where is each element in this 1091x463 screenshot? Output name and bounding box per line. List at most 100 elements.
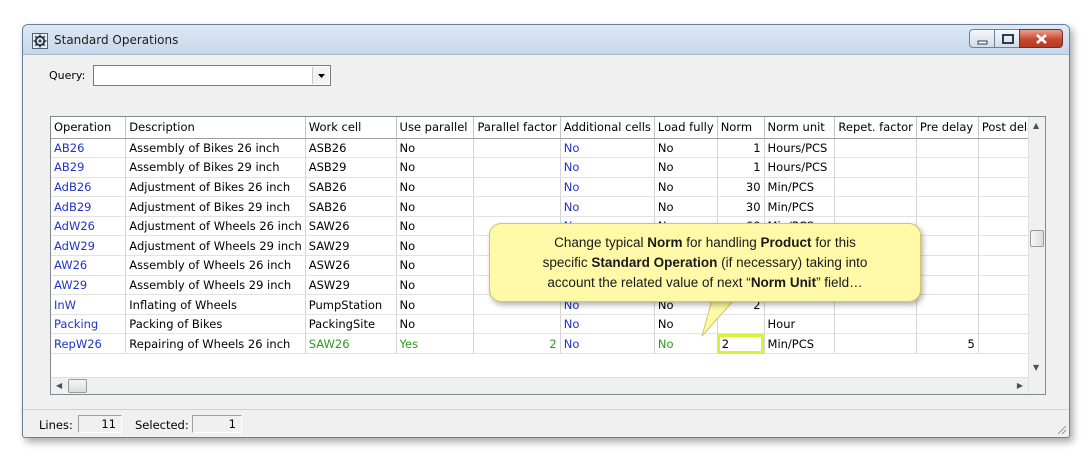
cell-use-parallel[interactable]: No	[396, 196, 475, 217]
cell-norm-unit[interactable]: Min/PCS	[764, 196, 836, 217]
cell-norm-unit[interactable]: Hour	[764, 314, 836, 335]
cell-pre-delay[interactable]	[916, 314, 979, 335]
cell-description[interactable]: Repairing of Wheels 26 inch	[125, 333, 306, 355]
cell-repet-factor[interactable]	[834, 196, 917, 217]
cell-description[interactable]: Assembly of Bikes 26 inch	[125, 138, 306, 159]
vertical-scrollbar[interactable]: ▲ ▼	[1028, 117, 1045, 394]
table-row[interactable]: AdB29 Adjustment of Bikes 29 inch SAB26 No N…	[51, 196, 1046, 217]
col-parallel-factor[interactable]: Parallel factor	[473, 117, 561, 139]
cell-description[interactable]: Adjustment of Bikes 29 inch	[125, 196, 306, 217]
cell-load-fully[interactable]: No	[654, 196, 718, 217]
col-use-parallel[interactable]: Use parallel	[396, 117, 475, 139]
cell-use-parallel[interactable]: No	[396, 314, 475, 335]
table-row[interactable]: RepW26 Repairing of Wheels 26 inch SAW26 Ye…	[51, 333, 1046, 355]
dropdown-button[interactable]	[312, 67, 329, 84]
table-row[interactable]: AB26 Assembly of Bikes 26 inch ASB26 No No No…	[51, 138, 1046, 159]
scroll-up-icon[interactable]: ▲	[1033, 121, 1039, 130]
cell-description[interactable]: Assembly of Wheels 26 inch	[125, 255, 306, 276]
cell-load-fully[interactable]: No	[654, 138, 718, 159]
cell-additional-cells[interactable]: No	[560, 196, 655, 217]
cell-description[interactable]: Adjustment of Wheels 29 inch	[125, 235, 306, 257]
cell-repet-factor[interactable]	[834, 138, 917, 159]
cell-work-cell[interactable]: SAB26	[305, 196, 397, 217]
cell-operation[interactable]: AW29	[51, 275, 127, 296]
cell-load-fully[interactable]: No	[654, 177, 718, 198]
cell-operation[interactable]: AdB29	[51, 196, 127, 217]
cell-description[interactable]: Packing of Bikes	[125, 314, 306, 335]
col-pre-delay[interactable]: Pre delay	[916, 117, 979, 139]
cell-operation[interactable]: AdB26	[51, 177, 127, 198]
cell-parallel-factor[interactable]	[473, 177, 561, 198]
cell-use-parallel[interactable]: No	[396, 255, 475, 276]
cell-parallel-factor[interactable]	[473, 157, 561, 178]
col-load-fully[interactable]: Load fully	[654, 117, 718, 139]
maximize-button[interactable]	[994, 29, 1020, 48]
cell-work-cell[interactable]: PumpStation	[305, 294, 397, 315]
cell-use-parallel[interactable]: Yes	[396, 333, 475, 355]
cell-work-cell[interactable]: ASW26	[305, 255, 397, 276]
title-bar[interactable]: Standard Operations	[23, 25, 1069, 55]
col-work-cell[interactable]: Work cell	[305, 117, 397, 139]
col-operation[interactable]: Operation	[51, 117, 127, 139]
cell-work-cell[interactable]: PackingSite	[305, 314, 397, 335]
cell-pre-delay[interactable]	[916, 196, 979, 217]
cell-parallel-factor[interactable]	[473, 138, 561, 159]
cell-load-fully[interactable]: No	[654, 157, 718, 178]
cell-description[interactable]: Adjustment of Wheels 26 inch	[125, 216, 306, 237]
cell-operation[interactable]: Packing	[51, 314, 127, 335]
cell-use-parallel[interactable]: No	[396, 275, 475, 296]
cell-pre-delay[interactable]	[916, 138, 979, 159]
cell-description[interactable]: Assembly of Bikes 29 inch	[125, 157, 306, 178]
cell-additional-cells[interactable]: No	[560, 314, 655, 335]
scroll-down-icon[interactable]: ▼	[1033, 363, 1039, 372]
cell-pre-delay[interactable]	[916, 275, 979, 296]
cell-norm[interactable]: 1	[717, 157, 765, 178]
cell-use-parallel[interactable]: No	[396, 138, 475, 159]
cell-operation[interactable]: AB26	[51, 138, 127, 159]
cell-additional-cells[interactable]: No	[560, 157, 655, 178]
cell-description[interactable]: Adjustment of Bikes 26 inch	[125, 177, 306, 198]
cell-repet-factor[interactable]	[834, 177, 917, 198]
col-repet-factor[interactable]: Repet. factor	[834, 117, 917, 139]
table-row[interactable]: Packing Packing of Bikes PackingSite No No No…	[51, 314, 1046, 335]
horizontal-scroll-thumb[interactable]	[68, 379, 87, 393]
cell-operation[interactable]: InW	[51, 294, 127, 315]
cell-operation[interactable]: AdW29	[51, 235, 127, 257]
cell-work-cell[interactable]: SAW26	[305, 216, 397, 237]
minimize-button[interactable]	[969, 29, 995, 48]
cell-additional-cells[interactable]: No	[560, 177, 655, 198]
cell-parallel-factor[interactable]	[473, 196, 561, 217]
col-norm[interactable]: Norm	[717, 117, 765, 139]
cell-use-parallel[interactable]: No	[396, 294, 475, 315]
cell-repet-factor[interactable]	[834, 157, 917, 178]
cell-norm-unit[interactable]: Min/PCS	[764, 177, 836, 198]
cell-work-cell[interactable]: SAB26	[305, 177, 397, 198]
table-row[interactable]: AB29 Assembly of Bikes 29 inch ASB29 No No No…	[51, 157, 1046, 178]
cell-operation[interactable]: AW26	[51, 255, 127, 276]
cell-pre-delay[interactable]	[916, 177, 979, 198]
cell-additional-cells[interactable]: No	[560, 138, 655, 159]
cell-use-parallel[interactable]: No	[396, 235, 475, 257]
cell-additional-cells[interactable]: No	[560, 333, 655, 355]
cell-pre-delay[interactable]	[916, 235, 979, 257]
cell-use-parallel[interactable]: No	[396, 216, 475, 237]
cell-use-parallel[interactable]: No	[396, 177, 475, 198]
cell-work-cell[interactable]: ASW29	[305, 275, 397, 296]
col-norm-unit[interactable]: Norm unit	[764, 117, 836, 139]
cell-repet-factor[interactable]	[834, 314, 917, 335]
cell-operation[interactable]: AB29	[51, 157, 127, 178]
cell-norm-unit[interactable]: Hours/PCS	[764, 157, 836, 178]
cell-repet-factor[interactable]	[834, 333, 917, 355]
cell-work-cell[interactable]: SAW29	[305, 235, 397, 257]
cell-pre-delay[interactable]	[916, 216, 979, 237]
cell-pre-delay[interactable]	[916, 255, 979, 276]
cell-description[interactable]: Inflating of Wheels	[125, 294, 306, 315]
col-description[interactable]: Description	[125, 117, 306, 139]
cell-pre-delay[interactable]	[916, 294, 979, 315]
resize-grip-icon[interactable]	[1055, 423, 1067, 435]
cell-operation[interactable]: AdW26	[51, 216, 127, 237]
cell-pre-delay[interactable]: 5	[916, 333, 979, 355]
close-button[interactable]	[1019, 29, 1063, 48]
cell-norm[interactable]: 1	[717, 138, 765, 159]
horizontal-scrollbar[interactable]: ◀ ▶	[51, 377, 1028, 394]
